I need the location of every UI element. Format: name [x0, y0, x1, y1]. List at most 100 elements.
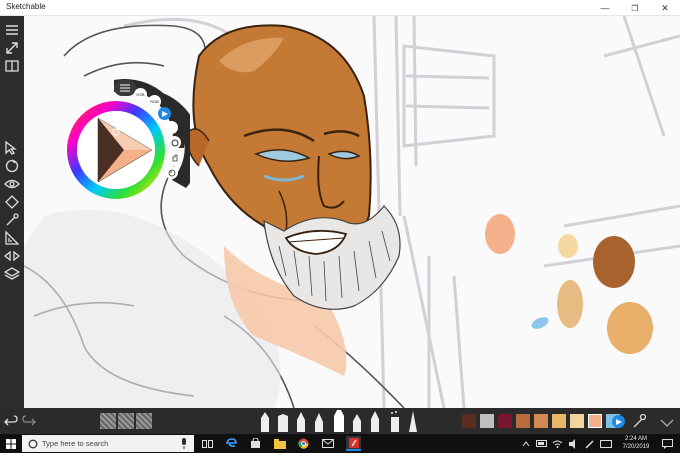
color-history-button[interactable]	[168, 136, 181, 149]
title-bar: Sketchable — ❐ ✕	[0, 0, 680, 16]
hand-icon	[172, 154, 177, 161]
close-button[interactable]: ✕	[650, 0, 680, 16]
clock-time: 2:24 AM	[624, 436, 647, 442]
texture-swatch-2[interactable]	[118, 413, 134, 429]
fullscreen-button[interactable]	[2, 38, 22, 58]
gallery-button[interactable]	[2, 56, 22, 76]
start-button[interactable]	[3, 436, 18, 451]
pen-brush[interactable]	[294, 410, 308, 432]
touch-button[interactable]	[168, 151, 181, 164]
eye-icon	[4, 179, 20, 189]
select-tool[interactable]	[2, 138, 22, 158]
rgb-mode-button[interactable]: RGB	[148, 95, 161, 108]
palette-swatch[interactable]	[498, 414, 512, 428]
book-icon	[5, 60, 19, 72]
panel-menu-button[interactable]	[114, 80, 136, 96]
minimize-icon: —	[600, 3, 610, 13]
visibility-tool[interactable]	[2, 174, 22, 194]
palette-swatch[interactable]	[570, 414, 584, 428]
mirror-icon	[4, 250, 20, 262]
smudge-brush[interactable]	[406, 410, 420, 432]
menu-icon	[120, 84, 130, 92]
window-title: Sketchable	[6, 2, 46, 11]
palette-swatch[interactable]	[552, 414, 566, 428]
history-icon	[171, 139, 178, 146]
palette-next-button[interactable]	[612, 415, 625, 428]
marker-brush[interactable]	[276, 410, 290, 432]
wifi-icon	[552, 440, 563, 448]
edge-icon	[226, 438, 237, 447]
pencil-brush[interactable]	[258, 410, 272, 432]
battery-icon	[535, 440, 547, 447]
collapse-toolbar-button[interactable]	[660, 415, 674, 433]
eyedropper-tool[interactable]	[2, 210, 22, 230]
current-color-button[interactable]	[165, 121, 178, 134]
drawing-canvas[interactable]	[24, 16, 680, 408]
keyboard-icon	[599, 439, 612, 448]
palette-button[interactable]	[165, 166, 178, 179]
spray-brush[interactable]	[388, 410, 402, 432]
palette-swatch[interactable]	[462, 414, 476, 428]
color-picker-panel: HSB RGB	[64, 78, 201, 204]
volume-indicator[interactable]	[566, 436, 581, 451]
calligraphy-brush[interactable]	[368, 410, 382, 432]
keyboard-button[interactable]	[598, 436, 613, 451]
play-button[interactable]	[158, 107, 171, 120]
undo-button[interactable]	[4, 414, 18, 433]
task-view-button[interactable]	[200, 436, 215, 451]
store-icon	[251, 438, 260, 448]
fill-tool[interactable]	[2, 192, 22, 212]
ink-brush[interactable]	[350, 410, 364, 432]
eyedropper-button[interactable]	[632, 413, 647, 434]
system-clock[interactable]: 2:24 AM 7/20/2019	[618, 435, 654, 451]
highlighter-brush[interactable]	[332, 408, 346, 432]
sketchable-icon	[348, 437, 359, 448]
redo-icon	[22, 415, 36, 426]
layers-icon	[4, 267, 20, 280]
sketchable-taskbar-button[interactable]	[346, 436, 361, 451]
eyedropper-icon	[633, 413, 647, 428]
network-indicator[interactable]	[550, 436, 565, 451]
maximize-icon: ❐	[631, 3, 639, 13]
bottom-toolbar	[0, 408, 680, 434]
symmetry-tool[interactable]	[2, 246, 22, 266]
file-explorer-button[interactable]	[272, 436, 287, 451]
play-icon	[161, 110, 168, 117]
edge-button[interactable]	[224, 436, 239, 451]
chevron-up-icon	[522, 440, 529, 446]
task-view-icon	[202, 439, 213, 448]
menu-button[interactable]	[2, 20, 22, 40]
store-button[interactable]	[248, 436, 263, 451]
ruler-tool[interactable]	[2, 228, 22, 248]
palette-swatch[interactable]	[480, 414, 494, 428]
lasso-tool[interactable]	[2, 156, 22, 176]
pen-settings-button[interactable]	[582, 436, 597, 451]
lasso-icon	[5, 159, 19, 173]
palette-swatch[interactable]	[534, 414, 548, 428]
show-hidden-icons-button[interactable]	[518, 436, 533, 451]
volume-icon	[569, 438, 575, 449]
maximize-button[interactable]: ❐	[620, 0, 650, 16]
chrome-button[interactable]	[296, 436, 311, 451]
windows-taskbar: Type here to search 2:24 AM 7/20/2019	[0, 434, 680, 453]
palette-swatch-selected[interactable]	[588, 414, 602, 428]
paint-brush[interactable]	[312, 410, 326, 432]
battery-indicator[interactable]	[534, 436, 549, 451]
action-center-button[interactable]	[660, 436, 675, 451]
mail-button[interactable]	[320, 436, 335, 451]
mail-icon	[321, 439, 334, 448]
notification-icon	[662, 438, 673, 449]
minimize-button[interactable]: —	[590, 0, 620, 16]
redo-button[interactable]	[22, 414, 36, 433]
chrome-icon	[298, 438, 309, 449]
ruler-icon	[5, 230, 20, 245]
close-icon: ✕	[661, 2, 669, 13]
select-icon	[5, 141, 17, 155]
hsb-mode-button[interactable]: HSB	[134, 88, 147, 101]
search-box[interactable]: Type here to search	[22, 435, 194, 452]
palette-swatch[interactable]	[516, 414, 530, 428]
layers-button[interactable]	[2, 264, 22, 284]
texture-swatch-1[interactable]	[100, 413, 116, 429]
texture-swatch-3[interactable]	[136, 413, 152, 429]
expand-icon	[6, 42, 18, 54]
